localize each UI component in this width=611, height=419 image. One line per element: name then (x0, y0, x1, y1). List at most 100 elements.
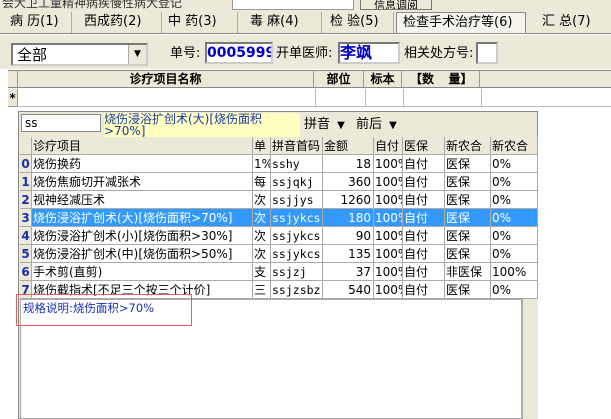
row-amount[interactable]: 540 (323, 281, 374, 299)
order-number-field[interactable]: 00059993 (205, 42, 273, 64)
row-amount[interactable]: 18 (323, 155, 374, 173)
row-self-pay[interactable]: 100% (374, 245, 403, 263)
row-insurance[interactable]: 自付 (403, 245, 445, 263)
row-amount[interactable]: 180 (323, 209, 374, 227)
row-self-pay[interactable]: 100% (374, 263, 403, 281)
tab-exam-surgery-treatment[interactable]: 检查手术治疗等(6) (396, 12, 526, 33)
row-unit[interactable]: 次 (253, 245, 271, 263)
row-unit[interactable]: 次 (253, 191, 271, 209)
row-self-pay[interactable]: 100% (374, 209, 403, 227)
column-header-item-name[interactable]: 诊疗项目名称 (18, 71, 314, 88)
column-header-specimen[interactable]: 标本 (364, 71, 402, 88)
row-ncms[interactable]: 医保 (445, 209, 491, 227)
lookup-header-amount[interactable]: 金额 (323, 137, 374, 155)
row-pinyin-code[interactable]: ssjzsbz (271, 281, 323, 299)
lookup-header-unit[interactable]: 单 (253, 137, 271, 155)
grid-cell[interactable] (365, 89, 404, 107)
row-index[interactable]: 1 (20, 173, 32, 191)
row-ncms[interactable]: 医保 (445, 227, 491, 245)
grid-new-row[interactable] (19, 89, 611, 107)
related-prescription-field[interactable] (476, 42, 498, 64)
tab-narcotics[interactable]: 毒 麻(4) (244, 12, 322, 33)
row-index[interactable]: 0 (20, 155, 32, 173)
pinyin-mode-dropdown[interactable]: 拼音 ▼ (304, 116, 345, 135)
row-ncms-2[interactable]: 100% (491, 263, 538, 281)
row-pinyin-code[interactable]: ssjzj (271, 263, 323, 281)
row-ncms-2[interactable]: 0% (491, 191, 538, 209)
lookup-header-item[interactable]: 诊疗项目 (32, 137, 253, 155)
lookup-row[interactable]: 2视神经减压术次ssjjys1260100%自付医保0% (20, 191, 538, 209)
top-strip-field[interactable] (232, 0, 354, 10)
lookup-header-ncms-2[interactable]: 新农合 (491, 137, 538, 155)
lookup-row[interactable]: 0烧伤换药1%sshy18100%自付医保0% (20, 155, 538, 173)
chevron-down-icon[interactable]: ▼ (337, 120, 345, 131)
row-index[interactable]: 5 (20, 245, 32, 263)
lookup-header-pinyin[interactable]: 拼音首码 (271, 137, 323, 155)
row-item-name[interactable]: 烧伤浸浴扩创术(小)[烧伤面积>30%] (32, 227, 253, 245)
row-amount[interactable]: 135 (323, 245, 374, 263)
row-ncms-2[interactable]: 0% (491, 245, 538, 263)
row-ncms-2[interactable]: 0% (491, 155, 538, 173)
grid-cell[interactable] (19, 89, 316, 107)
row-self-pay[interactable]: 100% (374, 281, 403, 299)
row-unit[interactable]: 每 (253, 173, 271, 191)
info-lookup-button[interactable]: 信息调阅 (360, 0, 432, 10)
lookup-search-input[interactable]: ss (21, 114, 101, 132)
column-header-qty-close[interactable]: 量】 (442, 71, 480, 88)
row-unit[interactable]: 三 (253, 281, 271, 299)
row-pinyin-code[interactable]: sshy (271, 155, 323, 173)
row-ncms[interactable]: 医保 (445, 155, 491, 173)
row-self-pay[interactable]: 100% (374, 173, 403, 191)
row-ncms-2[interactable]: 0% (491, 281, 538, 299)
tab-summary[interactable]: 汇 总(7) (536, 12, 611, 33)
lookup-row[interactable]: 4烧伤浸浴扩创术(小)[烧伤面积>30%]次ssjykcs90100%自付医保0… (20, 227, 538, 245)
lookup-header-self-pay[interactable]: 自付 (374, 137, 403, 155)
row-item-name[interactable]: 烧伤浸浴扩创术(中)[烧伤面积>50%] (32, 245, 253, 263)
row-unit[interactable]: 支 (253, 263, 271, 281)
row-pinyin-code[interactable]: ssjjys (271, 191, 323, 209)
match-position-dropdown[interactable]: 前后 ▼ (356, 116, 397, 135)
column-header-site[interactable]: 部位 (314, 71, 364, 88)
lookup-row[interactable]: 3烧伤浸浴扩创术(大)[烧伤面积>70%]次ssjykcs180100%自付医保… (20, 209, 538, 227)
row-ncms-2[interactable]: 0% (491, 209, 538, 227)
row-ncms[interactable]: 医保 (445, 245, 491, 263)
tab-western-medicine[interactable]: 西成药(2) (78, 12, 162, 33)
row-amount[interactable]: 37 (323, 263, 374, 281)
lookup-header-insurance[interactable]: 医保 (403, 137, 445, 155)
grid-cell[interactable] (403, 89, 482, 107)
row-index[interactable]: 3 (20, 209, 32, 227)
tab-medical-record[interactable]: 病 历(1) (4, 12, 72, 33)
row-pinyin-code[interactable]: ssjykcs (271, 245, 323, 263)
row-unit[interactable]: 次 (253, 227, 271, 245)
row-unit[interactable]: 1% (253, 155, 271, 173)
row-amount[interactable]: 1260 (323, 191, 374, 209)
row-insurance[interactable]: 自付 (403, 263, 445, 281)
category-select[interactable]: 全部 ▼ (11, 43, 148, 66)
row-item-name[interactable]: 烧伤浸浴扩创术(大)[烧伤面积>70%] (32, 209, 253, 227)
row-ncms[interactable]: 非医保 (445, 263, 491, 281)
tab-chinese-medicine[interactable]: 中 药(3) (162, 12, 238, 33)
row-item-name[interactable]: 手术剪(直剪) (32, 263, 253, 281)
grid-cell[interactable] (315, 89, 366, 107)
row-index[interactable]: 4 (20, 227, 32, 245)
row-insurance[interactable]: 自付 (403, 209, 445, 227)
row-index[interactable]: 6 (20, 263, 32, 281)
row-insurance[interactable]: 自付 (403, 281, 445, 299)
row-ncms-2[interactable]: 0% (491, 227, 538, 245)
row-ncms[interactable]: 医保 (445, 281, 491, 299)
row-unit[interactable]: 次 (253, 209, 271, 227)
chevron-down-icon[interactable]: ▼ (389, 120, 397, 131)
row-ncms[interactable]: 医保 (445, 173, 491, 191)
row-ncms-2[interactable]: 0% (491, 173, 538, 191)
row-self-pay[interactable]: 100% (374, 155, 403, 173)
spec-scrollbar[interactable] (522, 299, 538, 419)
row-item-name[interactable]: 烧伤换药 (32, 155, 253, 173)
row-self-pay[interactable]: 100% (374, 191, 403, 209)
row-insurance[interactable]: 自付 (403, 155, 445, 173)
row-self-pay[interactable]: 100% (374, 227, 403, 245)
row-insurance[interactable]: 自付 (403, 173, 445, 191)
row-ncms[interactable]: 医保 (445, 191, 491, 209)
row-amount[interactable]: 90 (323, 227, 374, 245)
lookup-row[interactable]: 5烧伤浸浴扩创术(中)[烧伤面积>50%]次ssjykcs135100%自付医保… (20, 245, 538, 263)
row-item-name[interactable]: 烧伤焦痂切开减张术 (32, 173, 253, 191)
